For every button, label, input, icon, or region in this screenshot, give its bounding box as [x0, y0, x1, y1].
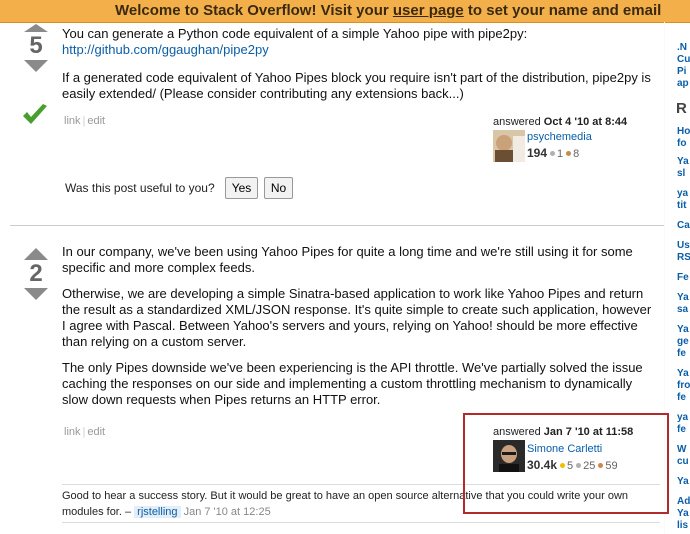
sidebar-item[interactable]: fo — [677, 138, 686, 149]
sidebar-item[interactable]: fe — [677, 348, 686, 359]
answer-divider — [10, 225, 664, 226]
sidebar-item[interactable]: ap — [677, 78, 689, 89]
sidebar-item[interactable]: Ya — [677, 292, 689, 303]
yes-button[interactable]: Yes — [225, 177, 258, 199]
answer2-paragraph: Otherwise, we are developing a simple Si… — [62, 286, 652, 349]
banner-suffix: to set your name and email — [463, 2, 662, 19]
avatar[interactable] — [493, 130, 525, 162]
sidebar-item[interactable]: Cu — [677, 54, 690, 65]
answer2-body: In our company, we've been using Yahoo P… — [62, 244, 658, 418]
silver-badge-icon — [550, 150, 556, 156]
answer2-paragraph: The only Pipes downside we've been exper… — [62, 360, 643, 407]
user-page-link[interactable]: user page — [393, 2, 464, 19]
answer1-body: You can generate a Python code equivalen… — [62, 26, 658, 112]
sidebar-item[interactable]: Ya — [677, 508, 689, 519]
answered-label: answered — [493, 116, 544, 128]
sidebar-item[interactable]: Fe — [677, 272, 689, 283]
sidebar-item[interactable]: RS — [677, 252, 690, 263]
link-link[interactable]: link — [64, 115, 81, 127]
answer1-vote-cell: 5 — [18, 24, 54, 72]
upvote-arrow-icon[interactable] — [24, 248, 48, 260]
sidebar-item[interactable]: ya — [677, 188, 688, 199]
sidebar-item[interactable]: W — [677, 444, 686, 455]
sidebar-item[interactable]: tit — [677, 200, 686, 211]
vote-count: 2 — [29, 260, 43, 287]
comment-user-link[interactable]: rjstelling — [134, 506, 181, 518]
edit-link[interactable]: edit — [87, 115, 105, 127]
useful-question: Was this post useful to you? — [65, 181, 215, 195]
sidebar-item[interactable]: Ya — [677, 324, 689, 335]
sidebar-item[interactable]: Ad — [677, 496, 690, 507]
sidebar-item[interactable]: sa — [677, 304, 688, 315]
downvote-arrow-icon[interactable] — [24, 60, 48, 72]
right-sidebar: .N Cu Pi ap R Ho fo Ya sl ya tit Ca Us R… — [670, 22, 690, 534]
sidebar-item[interactable]: Ya — [677, 156, 689, 167]
answer1-signature: answered Oct 4 '10 at 8:44 — [493, 116, 627, 128]
answer1-paragraph: You can generate a Python code equivalen… — [62, 26, 658, 58]
sidebar-item[interactable]: fro — [677, 380, 690, 391]
downvote-arrow-icon[interactable] — [24, 288, 48, 300]
answered-date: Oct 4 '10 at 8:44 — [543, 116, 628, 128]
banner-prefix: Welcome to Stack Overflow! Visit your — [115, 2, 393, 19]
sidebar-heading: R — [676, 100, 687, 117]
sidebar-item[interactable]: fe — [677, 392, 686, 403]
banner-text: Welcome to Stack Overflow! Visit your us… — [115, 0, 661, 22]
sidebar-item[interactable]: cu — [677, 456, 689, 467]
answered-time: answered Oct 4 '10 at 8:44 — [493, 116, 627, 128]
sidebar-item[interactable]: ya — [677, 412, 688, 423]
sidebar-item[interactable]: Pi — [677, 66, 686, 77]
sidebar-item[interactable]: .N — [677, 42, 687, 53]
answer1-post-menu: link | edit — [64, 115, 105, 127]
sidebar-item[interactable]: Ca — [677, 220, 690, 231]
upvote-arrow-icon[interactable] — [24, 24, 48, 32]
answer2-post-menu: link | edit — [64, 426, 105, 438]
user-name-link[interactable]: psychemedia — [527, 131, 592, 143]
comment-divider — [62, 522, 660, 523]
link-link[interactable]: link — [64, 426, 81, 438]
answer2-paragraph: In our company, we've been using Yahoo P… — [62, 244, 633, 275]
answer2-vote-cell: 2 — [18, 248, 54, 300]
sidebar-item[interactable]: Ho — [677, 126, 690, 137]
reputation: 194 1 8 — [527, 146, 579, 160]
sidebar-item[interactable]: ge — [677, 336, 689, 347]
sidebar-item[interactable]: lis — [677, 520, 688, 531]
answer1-paragraph: If a generated code equivalent of Yahoo … — [62, 70, 651, 101]
welcome-banner: Welcome to Stack Overflow! Visit your us… — [0, 0, 690, 23]
no-button[interactable]: No — [264, 177, 293, 199]
highlight-box — [463, 413, 669, 514]
edit-link[interactable]: edit — [87, 426, 105, 438]
sidebar-item[interactable]: Us — [677, 240, 690, 251]
accepted-checkmark-icon — [23, 104, 47, 124]
reputation-score: 194 — [527, 146, 548, 160]
bronze-badge-icon — [566, 150, 572, 156]
pipe2py-link[interactable]: http://github.com/ggaughan/pipe2py — [62, 42, 269, 57]
sidebar-item[interactable]: fe — [677, 424, 686, 435]
sidebar-item[interactable]: Ya — [677, 476, 689, 487]
bronze-badge-count: 8 — [573, 148, 580, 160]
sidebar-item[interactable]: sl — [677, 168, 685, 179]
vote-count: 5 — [29, 32, 43, 59]
silver-badge-count: 1 — [557, 148, 564, 160]
sidebar-item[interactable]: Ya — [677, 368, 689, 379]
paragraph-text: You can generate a Python code equivalen… — [62, 26, 528, 41]
comment-date: Jan 7 '10 at 12:25 — [183, 506, 271, 518]
